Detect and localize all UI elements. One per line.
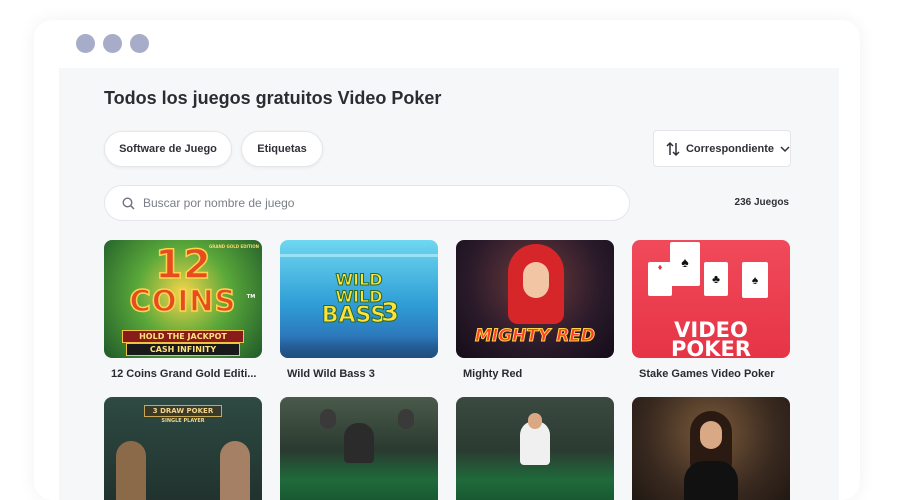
game-card-live-table-2[interactable] xyxy=(456,397,614,500)
game-art-tagline: HOLD THE JACKPOT xyxy=(122,330,244,343)
dealer xyxy=(320,409,336,429)
game-title[interactable]: Wild Wild Bass 3 xyxy=(287,368,375,380)
game-art-main: 12 xyxy=(154,241,211,289)
dealer-dress xyxy=(684,461,738,500)
window-dot-icon[interactable] xyxy=(76,34,95,53)
dealer xyxy=(398,409,414,429)
game-card-stake-video-poker[interactable]: ♦ ♠ ♣ ♠ VIDEO POKER xyxy=(632,240,790,358)
search-input[interactable] xyxy=(141,195,585,211)
dealer xyxy=(344,423,374,463)
page-content: Todos los juegos gratuitos Video Poker S… xyxy=(59,68,839,500)
search-bar[interactable] xyxy=(104,185,630,221)
window-dot-icon[interactable] xyxy=(103,34,122,53)
character-right xyxy=(220,441,250,500)
game-card-live-dealer[interactable] xyxy=(632,397,790,500)
sort-label: Correspondiente xyxy=(685,142,774,155)
chevron-down-icon xyxy=(780,145,790,152)
game-art-tm: TM xyxy=(246,294,256,300)
game-card-12-coins[interactable]: GRAND GOLD EDITION 12 COINS TM HOLD THE … xyxy=(104,240,262,358)
game-card-live-table-1[interactable] xyxy=(280,397,438,500)
game-title[interactable]: 12 Coins Grand Gold Editi... xyxy=(111,368,256,380)
software-filter-button[interactable]: Software de Juego xyxy=(104,131,232,167)
window-controls xyxy=(76,34,149,53)
game-art-banner: 3 DRAW POKER xyxy=(144,405,222,417)
game-title[interactable]: Stake Games Video Poker xyxy=(639,368,775,380)
playing-card: ♣ xyxy=(704,262,728,296)
game-card-mighty-red[interactable]: MIGHTY RED xyxy=(456,240,614,358)
dealer-face xyxy=(700,421,722,449)
game-art-logo: MIGHTY RED xyxy=(474,326,596,347)
game-art-sub: SINGLE PLAYER xyxy=(161,418,205,424)
game-art-num: 3 xyxy=(380,298,400,329)
game-card-wild-wild-bass-3[interactable]: WILD WILD BASS 3 xyxy=(280,240,438,358)
water-surface xyxy=(280,254,438,257)
results-count: 236 Juegos xyxy=(734,197,789,208)
dealer xyxy=(528,413,542,429)
search-icon xyxy=(122,196,135,210)
page-title: Todos los juegos gratuitos Video Poker xyxy=(104,88,442,108)
game-art-line3: BASS xyxy=(321,303,387,329)
game-art-tagline: CASH INFINITY xyxy=(126,343,240,356)
playing-card: ♠ xyxy=(670,242,700,286)
tags-filter-button[interactable]: Etiquetas xyxy=(241,131,323,167)
sort-arrows-icon xyxy=(666,141,680,156)
game-title[interactable]: Mighty Red xyxy=(463,368,522,380)
character-left xyxy=(116,441,146,500)
browser-window: Todos los juegos gratuitos Video Poker S… xyxy=(34,20,860,500)
playing-card: ♦ xyxy=(648,262,672,296)
game-card-3-draw-poker[interactable]: 3 DRAW POKER SINGLE PLAYER xyxy=(104,397,262,500)
sort-dropdown[interactable]: Correspondiente xyxy=(653,130,791,167)
character-face xyxy=(523,262,549,298)
window-dot-icon[interactable] xyxy=(130,34,149,53)
game-art-sub: COINS xyxy=(129,283,237,319)
seaweed xyxy=(280,336,438,358)
game-art-line2: POKER xyxy=(670,337,752,358)
playing-card: ♠ xyxy=(742,262,768,298)
